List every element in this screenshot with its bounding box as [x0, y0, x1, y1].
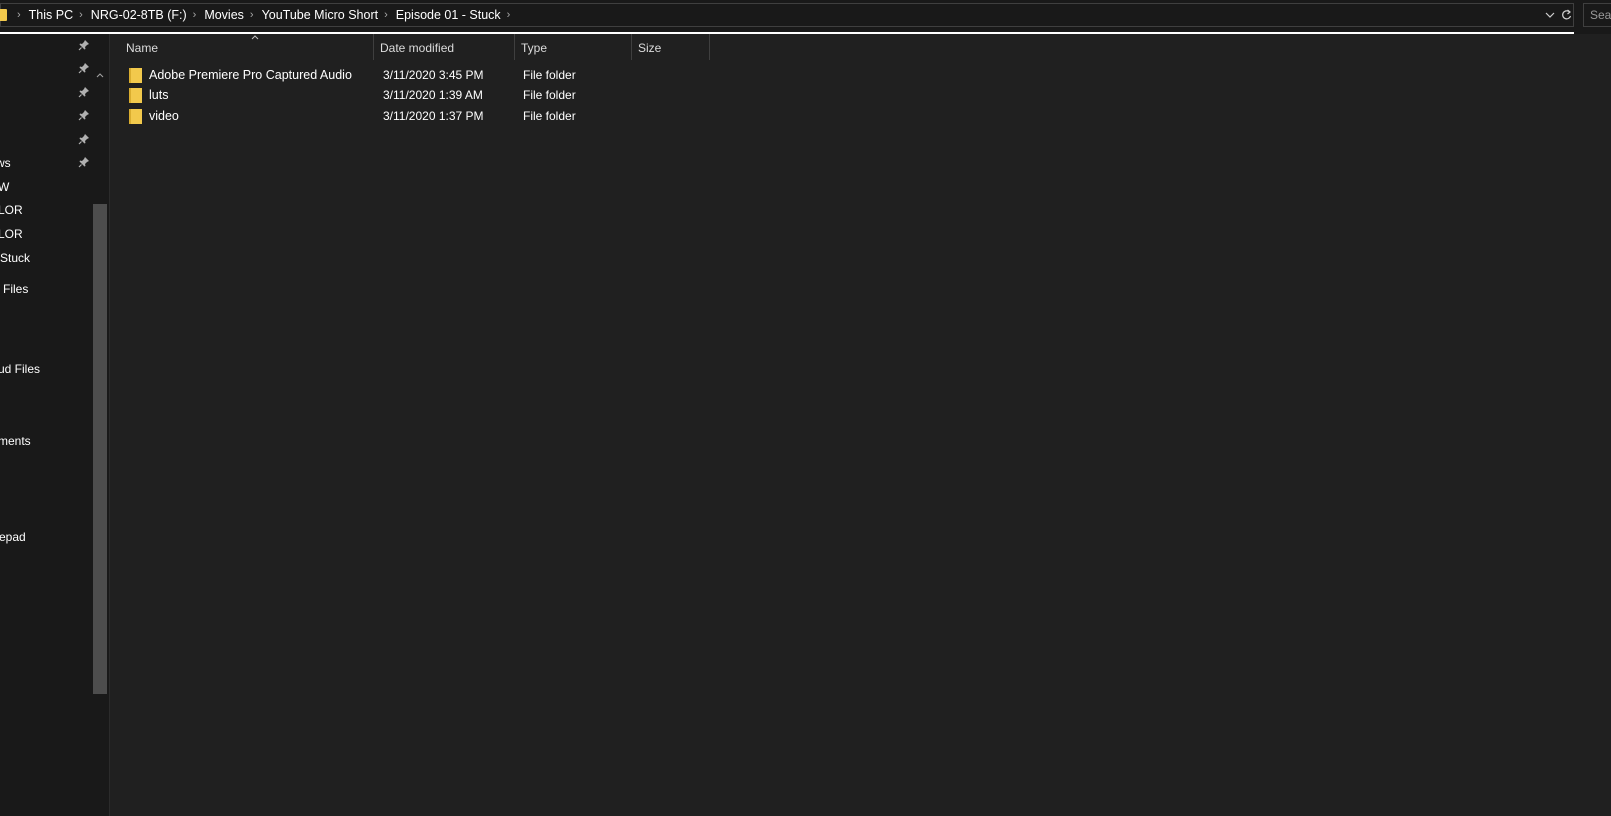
column-headers: Name Date modified Type Size [110, 34, 730, 60]
nav-item-stuck[interactable]: Stuck [0, 248, 90, 268]
column-header-name[interactable]: Name [120, 34, 374, 60]
file-name: video [149, 109, 179, 123]
folder-icon [0, 9, 7, 21]
nav-item-notepad[interactable]: epad [0, 527, 90, 547]
navigation-pane: ws W LOR LOR Stuck l Files ud Files ment… [0, 34, 110, 816]
folder-icon [129, 68, 142, 83]
table-row[interactable]: luts 3/11/2020 1:39 AM File folder [127, 84, 727, 104]
nav-item-ws[interactable]: ws [0, 153, 90, 173]
nav-item-quick-access-5[interactable] [0, 130, 90, 150]
breadcrumb: › This PC › NRG-02-8TB (F:) › Movies › Y… [11, 4, 518, 26]
chevron-right-icon[interactable]: › [193, 9, 197, 21]
file-date-modified: 3/11/2020 1:37 PM [383, 109, 484, 123]
pin-icon [78, 39, 90, 51]
pin-icon [78, 156, 90, 168]
table-row[interactable]: Adobe Premiere Pro Captured Audio 3/11/2… [127, 64, 727, 84]
file-date-modified: 3/11/2020 3:45 PM [383, 68, 484, 82]
table-row[interactable]: video 3/11/2020 1:37 PM File folder [127, 105, 727, 125]
chevron-right-icon[interactable]: › [250, 9, 254, 21]
nav-item-lor-2[interactable]: LOR [0, 224, 90, 244]
nav-scrollbar-thumb[interactable] [93, 204, 107, 694]
nav-item-quick-access-4[interactable] [0, 106, 90, 126]
folder-icon [129, 109, 142, 124]
nav-item-quick-access-1[interactable] [0, 36, 90, 56]
folder-icon [129, 88, 142, 103]
address-toolbar: › This PC › NRG-02-8TB (F:) › Movies › Y… [0, 0, 1611, 30]
column-header-type[interactable]: Type [515, 34, 632, 60]
column-header-date-modified[interactable]: Date modified [374, 34, 515, 60]
breadcrumb-youtube-micro-short[interactable]: YouTube Micro Short [262, 8, 379, 22]
sort-ascending-icon [251, 32, 259, 43]
breadcrumb-movies[interactable]: Movies [204, 8, 244, 22]
file-date-modified: 3/11/2020 1:39 AM [383, 88, 483, 102]
address-bar[interactable]: › This PC › NRG-02-8TB (F:) › Movies › Y… [0, 3, 1574, 27]
pin-icon [78, 133, 90, 145]
column-header-size[interactable]: Size [632, 34, 710, 60]
file-type: File folder [523, 68, 576, 82]
file-name: Adobe Premiere Pro Captured Audio [149, 68, 352, 82]
pin-icon [78, 109, 90, 121]
chevron-right-icon[interactable]: › [79, 9, 83, 21]
file-type: File folder [523, 109, 576, 123]
search-input[interactable]: Sea [1583, 3, 1611, 27]
scroll-up-icon[interactable] [94, 70, 106, 82]
pin-icon [78, 62, 90, 74]
breadcrumb-episode[interactable]: Episode 01 - Stuck [396, 8, 501, 22]
breadcrumb-this-pc[interactable]: This PC [29, 8, 73, 22]
pin-icon [78, 86, 90, 98]
file-type: File folder [523, 88, 576, 102]
refresh-icon[interactable] [1559, 6, 1573, 24]
chevron-right-icon[interactable]: › [17, 9, 21, 21]
nav-item-files[interactable]: l Files [0, 279, 90, 299]
nav-item-quick-access-2[interactable] [0, 59, 90, 79]
nav-item-lor-1[interactable]: LOR [0, 200, 90, 220]
file-name: luts [149, 88, 169, 102]
breadcrumb-drive[interactable]: NRG-02-8TB (F:) [91, 8, 187, 22]
search-placeholder: Sea [1590, 8, 1611, 22]
file-list: Name Date modified Type Size Adobe Premi… [110, 34, 1611, 816]
chevron-right-icon[interactable]: › [507, 9, 511, 21]
nav-item-w[interactable]: W [0, 177, 90, 197]
chevron-right-icon[interactable]: › [384, 9, 388, 21]
chevron-down-icon[interactable] [1543, 6, 1557, 24]
nav-item-cloud-files[interactable]: ud Files [0, 359, 90, 379]
nav-item-documents[interactable]: ments [0, 431, 90, 451]
nav-item-quick-access-3[interactable] [0, 83, 90, 103]
